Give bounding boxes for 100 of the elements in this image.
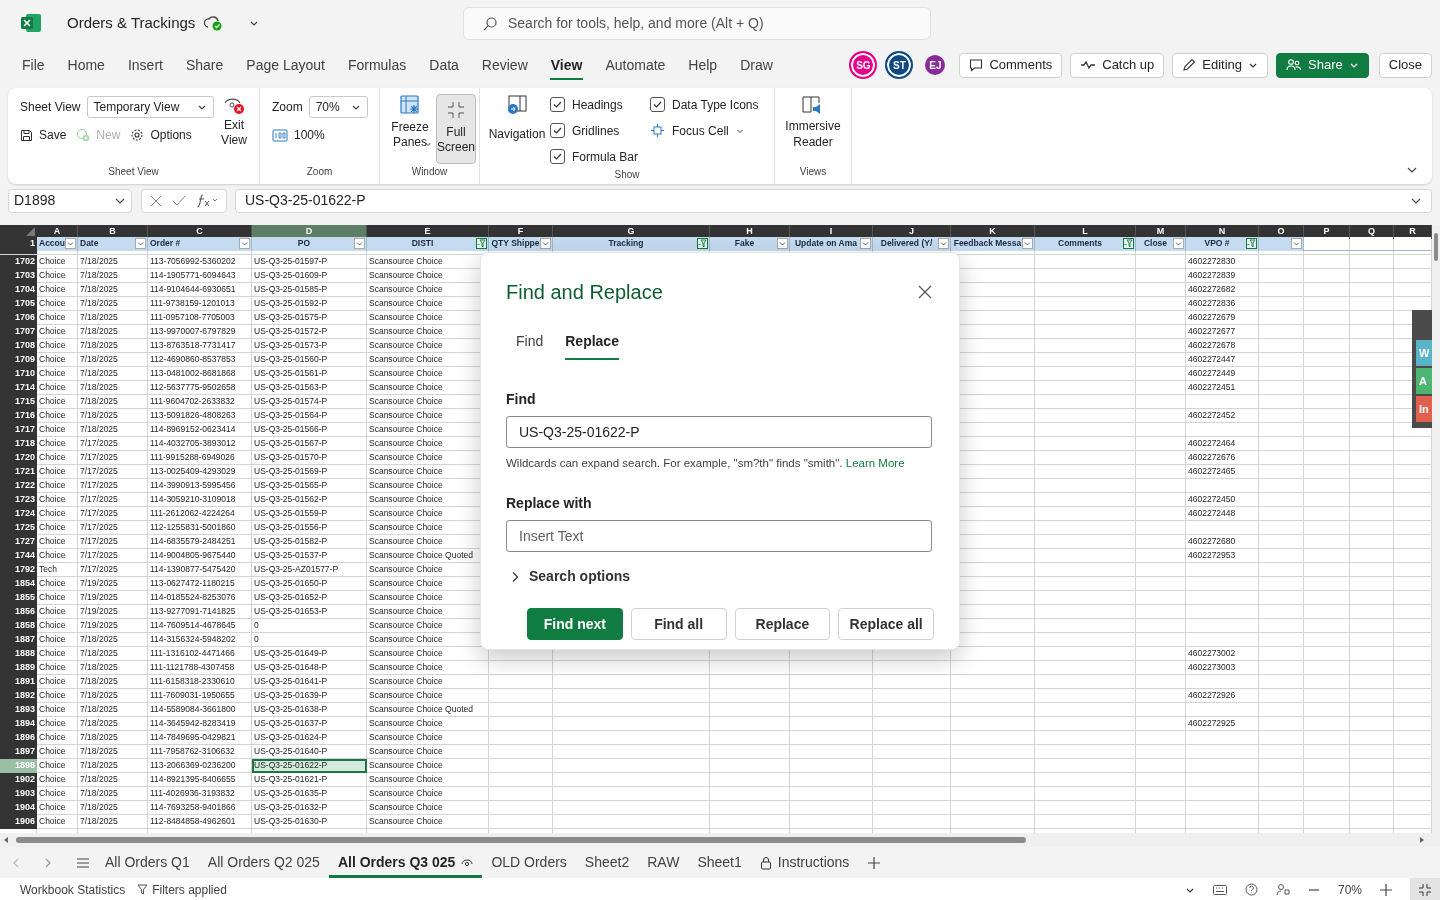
row-number[interactable]: 1708	[0, 339, 37, 353]
row-number[interactable]: 1888	[0, 647, 37, 661]
row-number[interactable]: 1894	[0, 717, 37, 731]
scrollbar-thumb[interactable]	[1434, 233, 1438, 261]
name-box[interactable]: D1898	[8, 188, 132, 213]
cancel-icon[interactable]	[150, 194, 162, 207]
navigation-button[interactable]: Navigation	[488, 94, 546, 167]
menu-tab[interactable]: Formulas	[336, 50, 418, 80]
focus-cell-dropdown[interactable]: Focus Cell	[650, 120, 759, 141]
dialog-button[interactable]: Replace all	[838, 608, 934, 641]
filter-dropdown-button[interactable]	[540, 238, 551, 250]
menu-tab[interactable]: File	[11, 50, 56, 80]
next-sheet-icon[interactable]	[43, 856, 53, 869]
row-number[interactable]: 1856	[0, 605, 37, 619]
search-field[interactable]: Search for tools, help, and more (Alt + Q)	[463, 7, 931, 40]
catch-up-button[interactable]: Catch up	[1070, 52, 1165, 78]
row-number[interactable]: 1703	[0, 269, 37, 283]
menu-tab[interactable]: Help	[677, 50, 729, 80]
row-number[interactable]: 1718	[0, 437, 37, 451]
sheet-tab[interactable]: All Orders Q1	[96, 847, 199, 878]
row-number[interactable]: 1704	[0, 283, 37, 297]
row-number[interactable]: 1707	[0, 325, 37, 339]
row-number[interactable]: 1717	[0, 423, 37, 437]
search-options-expander[interactable]: Search options	[506, 566, 631, 588]
row-number[interactable]: 1744	[0, 549, 37, 563]
close-icon[interactable]	[918, 285, 932, 299]
learn-more-link[interactable]: Learn More	[845, 457, 905, 469]
app-logo-icon[interactable]	[20, 13, 42, 33]
row-number[interactable]: 1792	[0, 563, 37, 577]
filter-applied-button[interactable]	[1123, 238, 1134, 250]
row-number[interactable]: 1887	[0, 633, 37, 647]
zoom-level[interactable]: 70%	[1337, 880, 1362, 899]
filter-dropdown-button[interactable]	[860, 238, 871, 250]
menu-icon[interactable]	[76, 856, 90, 869]
row-number[interactable]: 1891	[0, 675, 37, 689]
sheet-tab[interactable]: Sheet1	[688, 847, 751, 878]
sheet-tab[interactable]: OLD Orders	[482, 847, 576, 878]
row-number[interactable]: 1702	[0, 255, 37, 269]
row-number[interactable]: 1902	[0, 773, 37, 787]
sheet-tab[interactable]: RAW	[638, 847, 689, 878]
row-number[interactable]: 1705	[0, 297, 37, 311]
scroll-left-icon[interactable]	[2, 836, 10, 844]
avatar[interactable]: EJ	[925, 55, 946, 75]
avatar[interactable]: ST	[885, 51, 914, 79]
row-number[interactable]: 1723	[0, 493, 37, 507]
row-number[interactable]: 1855	[0, 591, 37, 605]
avatar[interactable]: SG	[849, 51, 878, 79]
person-icon[interactable]	[1275, 883, 1290, 896]
comments-button[interactable]: Comments	[959, 52, 1063, 78]
find-input-field[interactable]: US-Q3-25-01622-P	[506, 416, 932, 448]
sheet-tab[interactable]: Instructions	[750, 847, 859, 878]
menu-tab[interactable]: View	[539, 50, 594, 80]
replace-input-field[interactable]: Insert Text	[506, 520, 932, 553]
exit-view-button[interactable]: Exit View	[217, 94, 251, 164]
menu-tab[interactable]: Page Layout	[235, 50, 336, 80]
checkbox[interactable]	[550, 123, 565, 138]
menu-tab[interactable]: Draw	[729, 50, 784, 80]
freeze-panes-button[interactable]: Freeze Panes	[388, 94, 432, 164]
row-number[interactable]: 1893	[0, 703, 37, 717]
row-number[interactable]: 1903	[0, 787, 37, 801]
row-number[interactable]: 1906	[0, 815, 37, 829]
fit-to-window-button[interactable]	[1410, 878, 1440, 900]
row-number[interactable]: 1720	[0, 451, 37, 465]
filter-dropdown-button[interactable]	[1022, 238, 1033, 250]
row-number[interactable]: 1896	[0, 731, 37, 745]
filter-dropdown-button[interactable]	[777, 238, 788, 250]
save-button[interactable]: Save	[20, 126, 67, 144]
menu-tab[interactable]: Home	[56, 50, 116, 80]
panel-tab[interactable]: In	[1416, 396, 1432, 422]
checkbox[interactable]	[550, 97, 565, 112]
filter-dropdown-button[interactable]	[1173, 238, 1184, 250]
filter-dropdown-button[interactable]	[135, 238, 146, 250]
row-number[interactable]: 1889	[0, 661, 37, 675]
filter-dropdown-button[interactable]	[354, 238, 365, 250]
menu-tab[interactable]: Review	[470, 50, 539, 80]
help-icon[interactable]	[1244, 883, 1258, 896]
dialog-button[interactable]: Replace	[734, 608, 831, 641]
confirm-icon[interactable]	[172, 194, 186, 207]
dialog-tab[interactable]: Find	[506, 322, 554, 360]
zoom-in-icon[interactable]	[1380, 883, 1392, 896]
row-number[interactable]: 1724	[0, 507, 37, 521]
menu-tab[interactable]: Automate	[594, 50, 677, 80]
filter-dropdown-button[interactable]	[938, 238, 949, 250]
menu-tab[interactable]: Insert	[116, 50, 174, 80]
checkbox[interactable]	[650, 97, 666, 112]
checkbox[interactable]	[550, 149, 565, 164]
immersive-reader-button[interactable]: Immersive Reader	[783, 94, 843, 164]
formula-field[interactable]: US-Q3-25-01622-P	[235, 188, 1432, 213]
dialog-tab[interactable]: Replace	[555, 322, 629, 360]
sheet-view-dropdown[interactable]: Temporary View	[86, 96, 214, 118]
row-number[interactable]: 1725	[0, 521, 37, 535]
row-number[interactable]: 1892	[0, 689, 37, 703]
menu-tab[interactable]: Data	[418, 50, 470, 80]
row-number[interactable]: 1727	[0, 535, 37, 549]
editing-button[interactable]: Editing	[1172, 52, 1269, 78]
options-button[interactable]: Options	[130, 126, 192, 144]
sheet-tab[interactable]: All Orders Q2 025	[198, 847, 329, 878]
row-number[interactable]: 1706	[0, 311, 37, 325]
row-number[interactable]: 1714	[0, 381, 37, 395]
dialog-button[interactable]: Find next	[527, 608, 623, 641]
